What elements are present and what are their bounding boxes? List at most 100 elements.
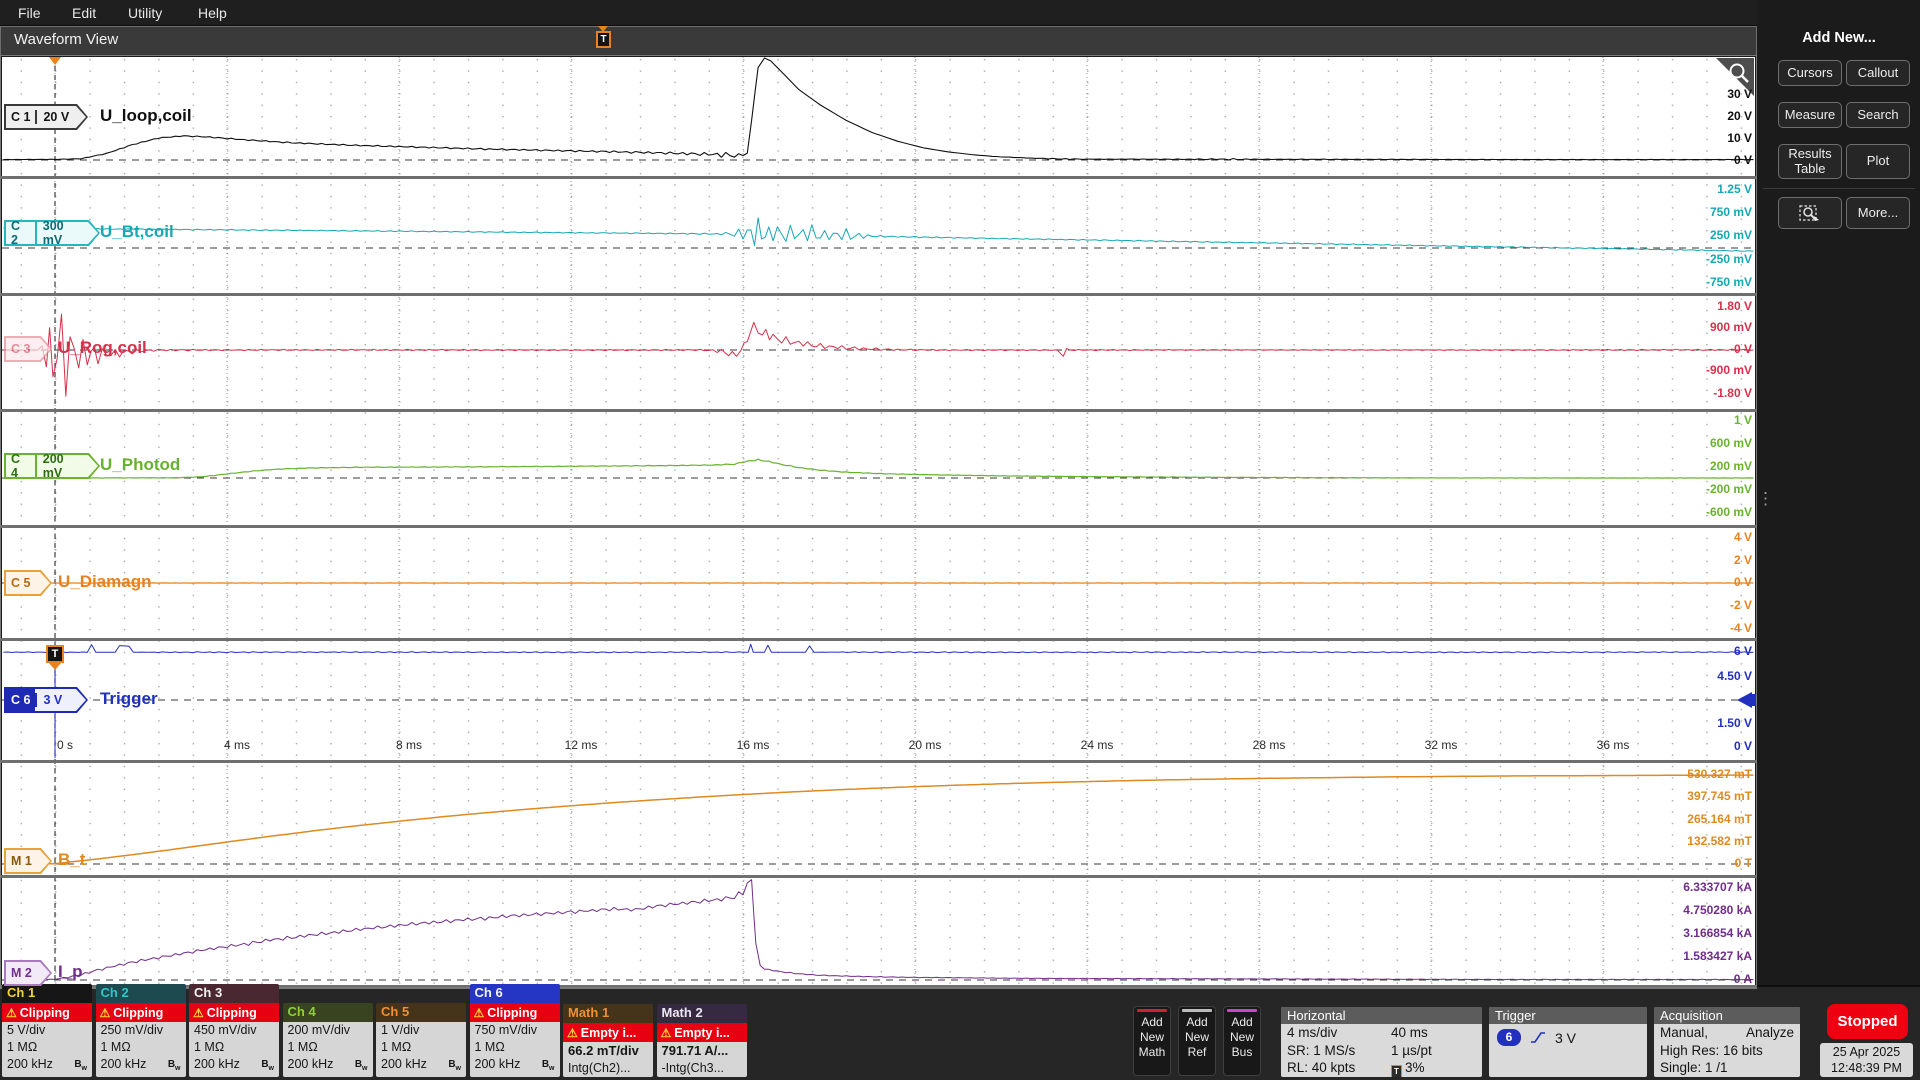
channel-label-b-t[interactable]: B_t — [58, 850, 85, 870]
bandwidth-icon: Bw — [261, 1056, 274, 1077]
footer-badge-row-text: 1 MΩ — [475, 1039, 505, 1056]
axis-label: 200 mV — [1622, 459, 1752, 473]
bandwidth-icon: Bw — [355, 1056, 368, 1077]
acquisition-cell: Single: 1 /1 — [1660, 1059, 1794, 1077]
footer-badge-title: Math 2 — [657, 1004, 747, 1023]
channel-badge-c6[interactable]: C 63 V — [4, 687, 88, 713]
channel-badge-c1[interactable]: C 120 V — [4, 104, 88, 130]
footer-badge-row-text: 1 V/div — [381, 1022, 419, 1039]
results-table-button[interactable]: Results Table — [1778, 144, 1842, 179]
channel-badge-scale: 300 mV — [35, 219, 100, 247]
add-new-math-button[interactable]: AddNewMath — [1133, 1006, 1171, 1076]
trigger-panel-body: 63 V — [1489, 1024, 1647, 1051]
horizontal-cell: 4 ms/div — [1287, 1024, 1391, 1042]
axis-label: 0 V — [1622, 342, 1752, 356]
channel-badge-id: C 3 — [4, 336, 35, 362]
warning-icon: ⚠ — [6, 1006, 17, 1020]
footer-badge-row-text: 1 MΩ — [194, 1039, 224, 1056]
footer-badge-row: Intg(Ch2)... — [563, 1060, 653, 1077]
channel-label-u-photod[interactable]: U_Photod — [100, 455, 180, 475]
channel-badge-c2[interactable]: C 2300 mV — [4, 220, 100, 246]
footer-badge-row-text: 750 mV/div — [475, 1022, 538, 1039]
footer-badge-row: 1 MΩ — [283, 1039, 373, 1056]
trigger-source-marker-icon[interactable]: T — [46, 645, 64, 663]
axis-label: -1.80 V — [1622, 386, 1752, 400]
footer-badge-row: 200 kHzBw — [376, 1056, 466, 1077]
footer-badge-title: Ch 2 — [96, 984, 186, 1003]
acquisition-row: Manual,Analyze — [1654, 1024, 1800, 1042]
axis-label: 1.80 V — [1622, 299, 1752, 313]
channel-badge-c4[interactable]: C 4200 mV — [4, 453, 100, 479]
overview-trigger-marker-icon[interactable]: T — [596, 31, 611, 48]
axis-label: -250 mV — [1622, 252, 1752, 266]
footer-badge-row-text: 1 MΩ — [7, 1039, 37, 1056]
footer-badge-math1[interactable]: Math 1⚠Empty i...66.2 mT/divIntg(Ch2)... — [563, 1004, 653, 1077]
horizontal-cell: SR: 1 MS/s — [1287, 1042, 1391, 1060]
time-axis-label: 0 s — [57, 738, 73, 752]
footer-badge-math2[interactable]: Math 2⚠Empty i...791.71 A/...-Intg(Ch3..… — [657, 1004, 747, 1077]
acquisition-row: High Res: 16 bits — [1654, 1042, 1800, 1060]
footer-badge-row-text: 200 kHz — [7, 1056, 53, 1077]
panel-splitter-handle[interactable]: ⋮ — [1757, 494, 1765, 503]
channel-label-u-bt-coil[interactable]: U_Bt,coil — [100, 222, 174, 242]
menu-item-file[interactable]: File — [18, 0, 41, 26]
button-word: Add — [1134, 1015, 1170, 1030]
axis-label: 2 V — [1622, 553, 1752, 567]
time-axis-label: 36 ms — [1597, 738, 1630, 752]
channel-badge-id: M 1 — [4, 848, 37, 874]
footer-badge-ch4[interactable]: Ch 4200 mV/div1 MΩ200 kHzBw — [283, 1003, 373, 1077]
footer-badge-ch1[interactable]: Ch 1⚠Clipping5 V/div1 MΩ200 kHzBw — [2, 984, 92, 1077]
axis-label: 6 V — [1622, 644, 1752, 658]
add-new-ref-button[interactable]: AddNewRef — [1178, 1006, 1216, 1076]
add-new-bus-button[interactable]: AddNewBus — [1223, 1006, 1261, 1076]
menu-item-help[interactable]: Help — [198, 0, 227, 26]
horizontal-panel[interactable]: Horizontal4 ms/div40 msSR: 1 MS/s1 µs/pt… — [1281, 1007, 1482, 1077]
axis-label: 0 V — [1622, 575, 1752, 589]
more-button[interactable]: More... — [1846, 197, 1910, 229]
trigger-panel[interactable]: Trigger63 V — [1489, 1007, 1647, 1077]
horizontal-cell: 1 µs/pt — [1391, 1042, 1476, 1060]
acquisition-panel[interactable]: AcquisitionManual,AnalyzeHigh Res: 16 bi… — [1654, 1007, 1800, 1077]
channel-label-trigger[interactable]: Trigger — [100, 689, 158, 709]
cursors-button[interactable]: Cursors — [1778, 60, 1842, 86]
zoom-select-button[interactable] — [1778, 197, 1842, 229]
footer-badge-row-text: 5 V/div — [7, 1022, 45, 1039]
footer-badge-row-text: 1 MΩ — [381, 1039, 411, 1056]
search-button[interactable]: Search — [1846, 102, 1910, 128]
footer-badge-ch5[interactable]: Ch 51 V/div1 MΩ200 kHzBw — [376, 1003, 466, 1077]
button-word: New — [1134, 1030, 1170, 1045]
footer-badge-row: 5 V/div — [2, 1022, 92, 1039]
footer-badge-row-text: 791.71 A/... — [662, 1042, 729, 1060]
axis-label: 132.582 mT — [1622, 834, 1752, 848]
measure-button[interactable]: Measure — [1778, 102, 1842, 128]
menu-item-utility[interactable]: Utility — [128, 0, 162, 26]
channel-label-u-diamagn[interactable]: U_Diamagn — [58, 572, 152, 592]
channel-label-u-rog-coil[interactable]: U_Rog,coil — [58, 338, 147, 358]
footer-badge-alert: ⚠Empty i... — [657, 1023, 747, 1042]
footer-badge-alert: ⚠Clipping — [96, 1003, 186, 1022]
time-axis-label: 4 ms — [224, 738, 250, 752]
acquisition-cell: High Res: 16 bits — [1660, 1042, 1794, 1060]
channel-badge-scale: 3 V — [35, 693, 77, 707]
plot-button[interactable]: Plot — [1846, 144, 1910, 179]
footer-badge-ch3[interactable]: Ch 3⚠Clipping450 mV/div1 MΩ200 kHzBw — [189, 984, 279, 1077]
footer-badge-row: 200 mV/div — [283, 1022, 373, 1039]
footer-badge-ch6[interactable]: Ch 6⚠Clipping750 mV/div1 MΩ200 kHzBw — [470, 984, 560, 1077]
axis-label: -750 mV — [1622, 275, 1752, 289]
trigger-source-badge: 6 — [1497, 1029, 1521, 1046]
time-axis-label: 8 ms — [396, 738, 422, 752]
sidebar-divider — [1763, 188, 1915, 189]
axis-label: 0 T — [1622, 856, 1752, 870]
footer-badge-ch2[interactable]: Ch 2⚠Clipping250 mV/div1 MΩ200 kHzBw — [96, 984, 186, 1077]
callout-button[interactable]: Callout — [1846, 60, 1910, 86]
channel-label-i-p[interactable]: I_p — [58, 962, 83, 982]
run-stop-button[interactable]: Stopped — [1827, 1004, 1908, 1039]
button-word: Add — [1179, 1015, 1215, 1030]
alert-text: Empty i... — [674, 1026, 730, 1040]
menu-item-edit[interactable]: Edit — [72, 0, 96, 26]
button-stripe — [1182, 1009, 1212, 1012]
axis-label: 530.327 mT — [1622, 767, 1752, 781]
acquisition-row: Single: 1 /1 — [1654, 1059, 1800, 1077]
axis-label: 3.166854 kA — [1622, 926, 1752, 940]
channel-label-u-loop-coil[interactable]: U_loop,coil — [100, 106, 192, 126]
